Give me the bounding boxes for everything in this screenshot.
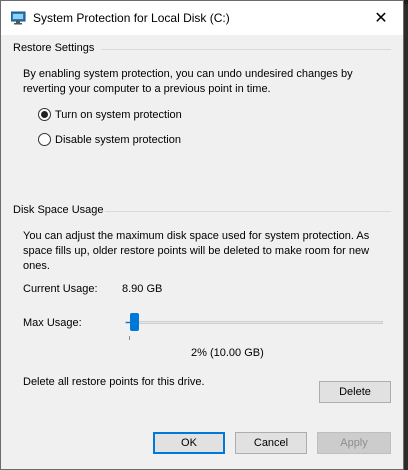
max-usage-slider-thumb[interactable] <box>129 313 139 331</box>
current-usage-value: 8.90 GB <box>122 283 163 295</box>
max-usage-slider-track[interactable] <box>125 321 383 324</box>
apply-button[interactable]: Apply <box>317 432 391 454</box>
disk-space-description: You can adjust the maximum disk space us… <box>23 230 370 272</box>
radio-disable-protection[interactable]: Disable system protection <box>38 133 181 146</box>
ok-button-label: OK <box>181 437 197 449</box>
ok-button[interactable]: OK <box>153 432 225 454</box>
title-bar: System Protection for Local Disk (C:) ✕ <box>1 1 403 35</box>
disk-space-title: Disk Space Usage <box>13 204 104 216</box>
delete-restore-points-text: Delete all restore points for this drive… <box>23 376 205 388</box>
cancel-button[interactable]: Cancel <box>235 432 307 454</box>
current-usage-label: Current Usage: <box>23 283 98 295</box>
close-button[interactable]: ✕ <box>359 1 403 35</box>
window-title: System Protection for Local Disk (C:) <box>33 11 230 25</box>
dialog-window: System Protection for Local Disk (C:) ✕ … <box>0 0 404 470</box>
slider-tick-start <box>129 336 130 340</box>
apply-button-label: Apply <box>340 437 368 449</box>
radio-disable-label: Disable system protection <box>55 133 181 146</box>
cancel-button-label: Cancel <box>253 437 289 449</box>
radio-turn-on-protection[interactable]: Turn on system protection <box>38 108 182 121</box>
radio-selected-icon <box>38 108 51 121</box>
close-icon: ✕ <box>374 10 388 27</box>
radio-unselected-icon <box>38 133 51 146</box>
restore-settings-rule <box>101 49 391 50</box>
radio-turn-on-label: Turn on system protection <box>55 108 182 121</box>
max-usage-label: Max Usage: <box>23 317 82 329</box>
disk-space-rule <box>105 211 391 212</box>
delete-button-label: Delete <box>339 386 371 398</box>
system-properties-icon <box>10 11 27 25</box>
delete-button[interactable]: Delete <box>319 381 391 403</box>
max-usage-readout: 2% (10.00 GB) <box>191 347 264 359</box>
restore-settings-title: Restore Settings <box>13 42 95 54</box>
restore-settings-description: By enabling system protection, you can u… <box>23 68 353 95</box>
